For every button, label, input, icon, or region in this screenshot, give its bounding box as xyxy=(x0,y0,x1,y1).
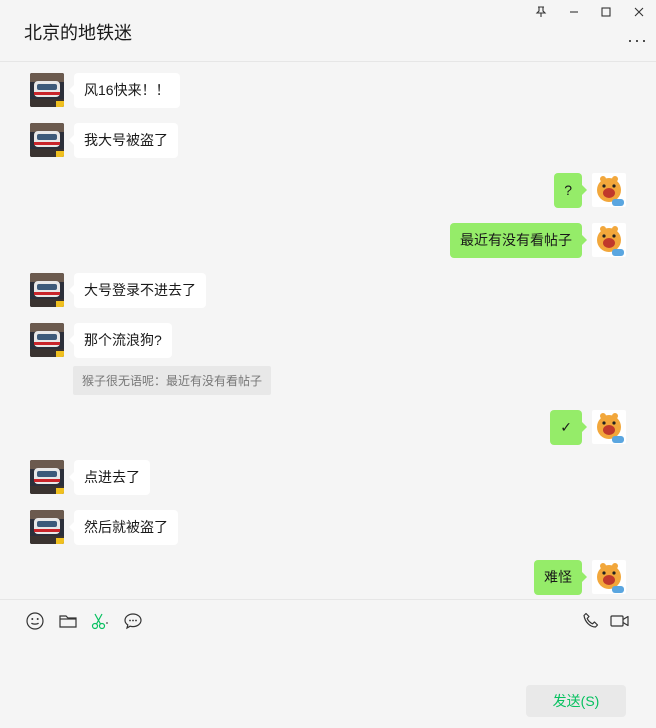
message-item: 那个流浪狗? xyxy=(30,323,172,358)
subway-train-avatar[interactable] xyxy=(30,123,64,157)
message-bubble[interactable]: 风16快来！！ xyxy=(69,73,180,108)
message-item: 大号登录不进去了 xyxy=(30,273,206,308)
message-item: 风16快来！！ xyxy=(30,73,180,108)
pin-icon[interactable] xyxy=(530,2,552,22)
folder-icon[interactable] xyxy=(57,610,79,632)
message-item: 我大号被盗了 xyxy=(30,123,178,158)
chat-title: 北京的地铁迷 xyxy=(24,23,132,43)
close-icon[interactable] xyxy=(628,2,650,22)
emoji-icon[interactable] xyxy=(24,610,46,632)
chat-bubble-icon[interactable] xyxy=(122,610,144,632)
message-bubble[interactable]: 难怪 xyxy=(534,560,587,595)
subway-train-avatar[interactable] xyxy=(30,323,64,357)
cartoon-giraffe-avatar[interactable] xyxy=(592,410,626,444)
more-options-icon[interactable]: ··· xyxy=(627,30,648,51)
input-area[interactable]: 发送(S) xyxy=(0,599,656,728)
message-item: ? xyxy=(554,173,626,208)
message-bubble[interactable]: 点进去了 xyxy=(69,460,150,495)
message-bubble[interactable]: 我大号被盗了 xyxy=(69,123,178,158)
video-call-icon[interactable] xyxy=(609,610,631,632)
scissors-icon[interactable] xyxy=(88,610,110,632)
message-bubble[interactable]: 大号登录不进去了 xyxy=(69,273,206,308)
phone-icon[interactable] xyxy=(580,610,602,632)
message-bubble[interactable]: 最近有没有看帖子 xyxy=(450,223,587,258)
message-bubble[interactable]: 然后就被盗了 xyxy=(69,510,178,545)
quoted-message[interactable]: 猴子很无语呢：最近有没有看帖子 xyxy=(73,366,272,395)
cartoon-giraffe-avatar[interactable] xyxy=(592,560,626,594)
maximize-icon[interactable] xyxy=(595,2,617,22)
message-bubble[interactable]: ✓ xyxy=(550,410,587,445)
title-bar: 北京的地铁迷 ··· xyxy=(0,0,656,62)
message-bubble[interactable]: ? xyxy=(554,173,587,208)
message-bubble[interactable]: 那个流浪狗? xyxy=(69,323,172,358)
subway-train-avatar[interactable] xyxy=(30,460,64,494)
message-item: 点进去了 xyxy=(30,460,150,495)
message-item: 然后就被盗了 xyxy=(30,510,178,545)
send-button[interactable]: 发送(S) xyxy=(526,685,626,717)
message-item: 最近有没有看帖子 xyxy=(450,223,626,258)
subway-train-avatar[interactable] xyxy=(30,273,64,307)
subway-train-avatar[interactable] xyxy=(30,73,64,107)
cartoon-giraffe-avatar[interactable] xyxy=(592,223,626,257)
cartoon-giraffe-avatar[interactable] xyxy=(592,173,626,207)
minimize-icon[interactable] xyxy=(563,2,585,22)
subway-train-avatar[interactable] xyxy=(30,510,64,544)
message-item: 难怪 xyxy=(534,560,626,595)
message-list[interactable]: 风16快来！！ 我大号被盗了 ? 最近有没有看帖子 大号登录不进去了 那个流浪狗… xyxy=(0,62,656,599)
message-item: ✓ xyxy=(550,410,626,445)
